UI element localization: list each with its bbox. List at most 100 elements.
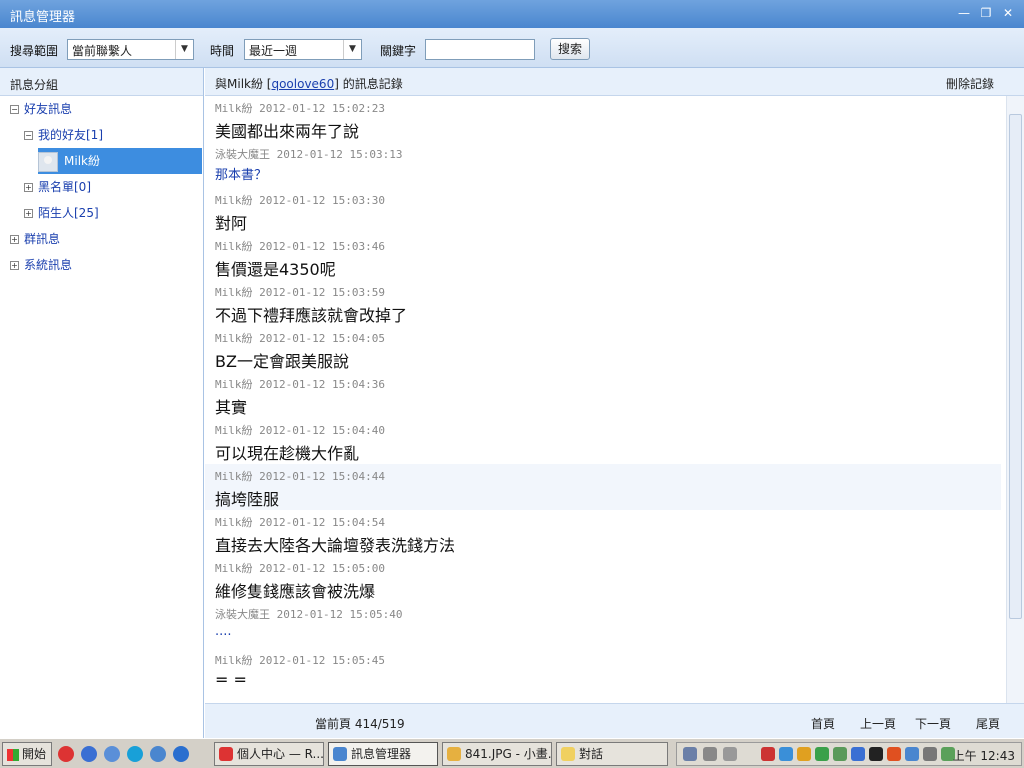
collapse-icon[interactable]: − [10,105,19,114]
message-item: Milk紛 2012-01-12 15:03:59 不過下禮拜應該就會改掉了 [205,280,1001,326]
message-text: 其實 [215,398,248,417]
taskbar-item-chrome[interactable]: 個人中心 — R... [214,742,324,766]
expand-icon[interactable]: + [10,261,19,270]
message-item: Milk紛 2012-01-12 15:03:46 售價還是4350呢 [205,234,1001,280]
expand-icon[interactable]: + [10,235,19,244]
tree-item-my-friends[interactable]: − 我的好友[1] [24,122,103,148]
media-player-icon[interactable] [81,746,97,762]
task-label: 841.JPG - 小畫... [465,747,552,761]
tree-item-friend-messages[interactable]: − 好友訊息 [10,96,72,122]
task-label: 對話 [579,747,604,761]
conversation-header: 與Milk紛 [qoolove60] 的訊息記錄 刪除記錄 [205,68,1024,96]
message-text: 美國都出來兩年了說 [215,122,360,141]
next-page-button[interactable]: 下一頁 [915,715,951,732]
messenger-icon[interactable] [150,746,166,762]
tray-icon[interactable] [797,747,811,761]
windows-logo-icon [7,748,19,761]
message-meta: Milk紛 2012-01-12 15:04:44 [215,470,385,483]
last-page-button[interactable]: 尾頁 [976,715,1000,732]
ie-icon[interactable] [173,746,189,762]
tree-item-system-messages[interactable]: + 系統訊息 [10,252,72,278]
message-text: 不過下禮拜應該就會改掉了 [215,306,408,325]
keyword-label: 關鍵字 [380,44,417,58]
conversation-panel: 與Milk紛 [qoolove60] 的訊息記錄 刪除記錄 Milk紛 2012… [205,68,1024,738]
message-item: 泳裝大魔王 2012-01-12 15:03:13 那本書？ [205,142,1001,188]
scroll-thumb[interactable] [1009,114,1022,619]
conversation-header-prefix: 與Milk紛 [ [215,77,272,91]
tree-item-contact-milk[interactable]: Milk紛 [38,148,202,174]
start-label: 開始 [22,747,47,761]
message-text: 可以現在趁機大作亂 [215,444,360,463]
message-meta: Milk紛 2012-01-12 15:05:00 [215,562,385,575]
window-title: 訊息管理器 [10,10,76,25]
minimize-icon[interactable]: — [956,5,972,21]
collapse-icon[interactable]: − [24,131,33,140]
tray-icon[interactable] [851,747,865,761]
tree-item-strangers[interactable]: + 陌生人[25] [24,200,99,226]
expand-icon[interactable]: + [24,183,33,192]
close-icon[interactable]: ✕ [1000,5,1016,21]
taskbar-item-message-manager[interactable]: 訊息管理器 [328,742,438,766]
tray-icon[interactable] [683,747,697,761]
message-item: Milk紛 2012-01-12 15:04:44 搞垮陸服 [205,464,1001,510]
restore-icon[interactable]: ❐ [978,5,994,21]
search-bar: 搜尋範圍 當前聯繫人 ▼ 時間 最近一週 ▼ 關鍵字 搜索 [0,28,1024,68]
tray-icon[interactable] [779,747,793,761]
tray-icon[interactable] [833,747,847,761]
message-list: Milk紛 2012-01-12 15:02:23 美國都出來兩年了說 泳裝大魔… [205,96,1005,703]
message-text: 維修隻錢應該會被洗爆 [215,582,376,601]
avatar [38,151,58,172]
contact-id-link[interactable]: qoolove60 [271,77,334,91]
message-item: Milk紛 2012-01-12 15:05:00 維修隻錢應該會被洗爆 [205,556,1001,602]
message-text: .... [215,624,232,639]
tree-item-blacklist[interactable]: + 黑名單[0] [24,174,91,200]
tray-icon[interactable] [887,747,901,761]
message-item: Milk紛 2012-01-12 15:04:05 BZ一定會跟美服說 [205,326,1001,372]
message-meta: Milk紛 2012-01-12 15:02:23 [215,102,385,115]
message-text: 那本書？ [215,168,268,183]
tree-item-label: 系統訊息 [24,258,73,272]
message-scrollbar[interactable] [1006,96,1024,703]
folder-icon [561,747,575,761]
search-range-value: 當前聯繫人 [72,44,133,58]
search-range-label: 搜尋範圍 [10,44,59,58]
search-range-select[interactable]: 當前聯繫人 ▼ [67,39,194,60]
message-item: Milk紛 2012-01-12 15:02:23 美國都出來兩年了說 [205,96,1001,142]
message-meta: Milk紛 2012-01-12 15:05:45 [215,654,385,667]
tree-item-label: Milk紛 [64,154,100,168]
app-icon[interactable] [104,746,120,762]
message-text: 直接去大陸各大論壇發表洗錢方法 [215,536,456,555]
tray-icon[interactable] [905,747,919,761]
tree-item-group-messages[interactable]: + 群訊息 [10,226,60,252]
taskbar-item-folder[interactable]: 對話 [556,742,668,766]
message-item: 泳裝大魔王 2012-01-12 15:05:40 .... [205,602,1001,648]
tray-icon[interactable] [703,747,717,761]
search-button[interactable]: 搜索 [550,38,590,60]
tray-icon[interactable] [761,747,775,761]
skype-icon[interactable] [127,746,143,762]
taskbar: 開始 個人中心 — R... 訊息管理器 841.JPG - 小畫... 對話 … [0,738,1024,768]
keyword-input[interactable] [425,39,535,60]
message-meta: Milk紛 2012-01-12 15:03:59 [215,286,385,299]
taskbar-clock: 上午 12:43 [952,749,1015,763]
taskbar-item-paint[interactable]: 841.JPG - 小畫... [442,742,552,766]
tray-icon[interactable] [723,747,737,761]
first-page-button[interactable]: 首頁 [811,715,835,732]
chrome-icon[interactable] [58,746,74,762]
messenger-icon [333,747,347,761]
tray-icon[interactable] [869,747,883,761]
chevron-down-icon[interactable]: ▼ [343,40,361,59]
message-text: 售價還是4350呢 [215,260,336,279]
expand-icon[interactable]: + [24,209,33,218]
message-item: Milk紛 2012-01-12 15:04:40 可以現在趁機大作亂 [205,418,1001,464]
message-item: Milk紛 2012-01-12 15:04:54 直接去大陸各大論壇發表洗錢方… [205,510,1001,556]
delete-records-button[interactable]: 刪除記錄 [946,75,994,92]
time-value: 最近一週 [249,44,298,58]
time-select[interactable]: 最近一週 ▼ [244,39,362,60]
start-button[interactable]: 開始 [2,742,52,766]
tree-item-label: 黑名單[0] [38,180,91,194]
chevron-down-icon[interactable]: ▼ [175,40,193,59]
prev-page-button[interactable]: 上一頁 [860,715,896,732]
tray-icon[interactable] [815,747,829,761]
tray-icon[interactable] [923,747,937,761]
